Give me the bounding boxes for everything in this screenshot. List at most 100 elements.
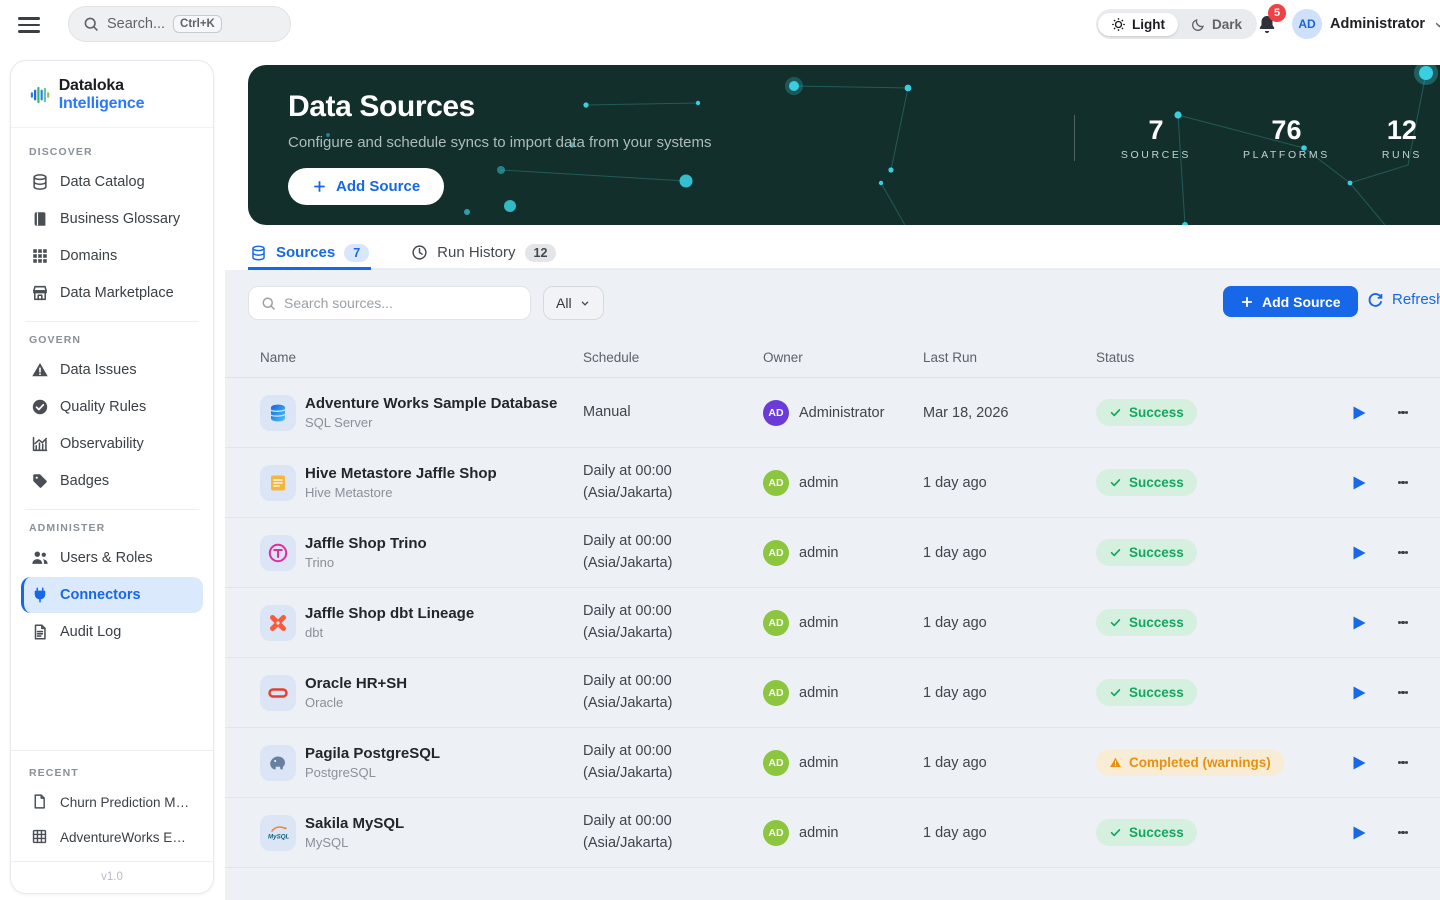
run-button[interactable] xyxy=(1344,538,1374,568)
table-row[interactable]: Pagila PostgreSQL PostgreSQL Daily at 00… xyxy=(225,728,1440,798)
sidebar-item-quality-rules[interactable]: Quality Rules xyxy=(21,389,203,425)
table-body: Adventure Works Sample Database SQL Serv… xyxy=(225,378,1440,900)
sun-icon xyxy=(1111,17,1126,32)
owner-name: admin xyxy=(799,615,839,631)
table-row[interactable]: MySQL Sakila MySQL MySQL Daily at 00:00(… xyxy=(225,798,1440,868)
sidebar-item-badges[interactable]: Badges xyxy=(21,463,203,499)
row-menu-button[interactable] xyxy=(1388,608,1418,638)
check-icon xyxy=(1109,616,1122,629)
owner-name: admin xyxy=(799,825,839,841)
sidebar-item-connectors[interactable]: Connectors xyxy=(21,577,203,613)
run-button[interactable] xyxy=(1344,818,1374,848)
divider xyxy=(25,321,199,322)
row-menu-button[interactable] xyxy=(1388,818,1418,848)
source-schedule: Daily at 00:00(Asia/Jakarta) xyxy=(583,601,763,643)
theme-dark-button[interactable]: Dark xyxy=(1178,13,1255,36)
row-menu-button[interactable] xyxy=(1388,748,1418,778)
status-badge: Success xyxy=(1096,609,1197,636)
refresh-button[interactable]: Refresh xyxy=(1367,291,1440,308)
source-type: MySQL xyxy=(305,835,404,850)
row-menu-button[interactable] xyxy=(1388,398,1418,428)
sidebar-item-audit-log[interactable]: Audit Log xyxy=(21,614,203,650)
add-source-button[interactable]: Add Source xyxy=(1223,286,1358,317)
column-header: Status xyxy=(1096,350,1344,365)
filter-dropdown[interactable]: All xyxy=(543,286,604,320)
table-row[interactable]: Jaffle Shop dbt Lineage dbt Daily at 00:… xyxy=(225,588,1440,658)
run-button[interactable] xyxy=(1344,748,1374,778)
owner-name: admin xyxy=(799,545,839,561)
search-icon xyxy=(261,296,276,311)
tab-run-history[interactable]: Run History 12 xyxy=(409,232,558,270)
sidebar-item-label: Users & Roles xyxy=(60,550,153,566)
hero-stat: 7 SOURCES xyxy=(1121,115,1191,161)
column-header: Owner xyxy=(763,350,923,365)
warning-icon xyxy=(1109,756,1122,769)
notifications-button[interactable]: 5 xyxy=(1250,8,1284,42)
owner-avatar: AD xyxy=(763,400,789,426)
theme-toggle: Light Dark xyxy=(1096,9,1257,39)
page-subtitle: Configure and schedule syncs to import d… xyxy=(288,134,712,151)
hero-add-source-label: Add Source xyxy=(336,178,420,195)
sidebar-item-observability[interactable]: Observability xyxy=(21,426,203,462)
sidebar-item-data-catalog[interactable]: Data Catalog xyxy=(21,164,203,200)
row-menu-button[interactable] xyxy=(1388,538,1418,568)
hero-add-source-button[interactable]: Add Source xyxy=(288,168,444,205)
sidebar-item-data-marketplace[interactable]: Data Marketplace xyxy=(21,275,203,311)
run-button[interactable] xyxy=(1344,468,1374,498)
source-schedule: Manual xyxy=(583,402,763,423)
sidebar-item-label: Quality Rules xyxy=(60,399,146,415)
menu-icon[interactable] xyxy=(18,13,40,35)
table-row[interactable]: Jaffle Shop Trino Trino Daily at 00:00(A… xyxy=(225,518,1440,588)
store-icon xyxy=(31,284,49,302)
sidebar-item-label: Badges xyxy=(60,473,109,489)
table-row[interactable]: Hive Metastore Jaffle Shop Hive Metastor… xyxy=(225,448,1440,518)
user-menu[interactable]: AD Administrator xyxy=(1292,8,1440,40)
run-button[interactable] xyxy=(1344,608,1374,638)
row-menu-button[interactable] xyxy=(1388,678,1418,708)
theme-light-button[interactable]: Light xyxy=(1098,13,1178,36)
recent-item[interactable]: Churn Prediction Model xyxy=(21,785,203,819)
sources-search-input[interactable] xyxy=(284,295,518,311)
grid-icon xyxy=(31,247,49,265)
tab-count-badge: 12 xyxy=(525,244,557,262)
plug-icon xyxy=(31,586,49,604)
refresh-icon xyxy=(1367,291,1384,308)
hero-stat: 76 PLATFORMS xyxy=(1243,115,1330,161)
svg-text:MySQL: MySQL xyxy=(268,833,290,840)
stat-label: SOURCES xyxy=(1121,149,1191,161)
play-icon xyxy=(1352,685,1367,701)
source-name: Jaffle Shop Trino xyxy=(305,535,427,552)
run-button[interactable] xyxy=(1344,678,1374,708)
recent-item-label: Churn Prediction Model xyxy=(60,795,193,810)
play-icon xyxy=(1352,475,1367,491)
trino-logo-icon xyxy=(260,535,296,571)
oracle-logo-icon xyxy=(260,675,296,711)
database-icon xyxy=(31,173,49,191)
source-schedule: Daily at 00:00(Asia/Jakarta) xyxy=(583,811,763,853)
run-button[interactable] xyxy=(1344,398,1374,428)
column-header: Schedule xyxy=(583,350,763,365)
table-row[interactable]: Adventure Works Sample Database SQL Serv… xyxy=(225,378,1440,448)
row-menu-button[interactable] xyxy=(1388,468,1418,498)
recent-item[interactable]: AdventureWorks Enterpr... xyxy=(21,820,203,854)
source-type: Trino xyxy=(305,555,427,570)
sidebar-item-users-roles[interactable]: Users & Roles xyxy=(21,540,203,576)
sources-search[interactable] xyxy=(248,286,531,320)
theme-dark-label: Dark xyxy=(1212,17,1242,32)
sidebar-item-business-glossary[interactable]: Business Glossary xyxy=(21,201,203,237)
hero-stat: 12 RUNS xyxy=(1382,115,1422,161)
sidebar: Dataloka Intelligence DISCOVER Data Cata… xyxy=(10,60,214,894)
tab-sources[interactable]: Sources 7 xyxy=(248,232,371,270)
section-title: GOVERN xyxy=(29,334,195,346)
global-search-input[interactable]: Search... Ctrl+K xyxy=(68,6,291,42)
source-type: dbt xyxy=(305,625,474,640)
brand[interactable]: Dataloka Intelligence xyxy=(11,61,213,128)
table-row[interactable]: Oracle HR+SH Oracle Daily at 00:00(Asia/… xyxy=(225,658,1440,728)
database-icon xyxy=(250,244,267,261)
last-run: 1 day ago xyxy=(923,615,1096,631)
owner-name: admin xyxy=(799,475,839,491)
sidebar-item-data-issues[interactable]: Data Issues xyxy=(21,352,203,388)
sidebar-item-domains[interactable]: Domains xyxy=(21,238,203,274)
users-icon xyxy=(31,549,49,567)
stat-value: 12 xyxy=(1382,115,1422,146)
